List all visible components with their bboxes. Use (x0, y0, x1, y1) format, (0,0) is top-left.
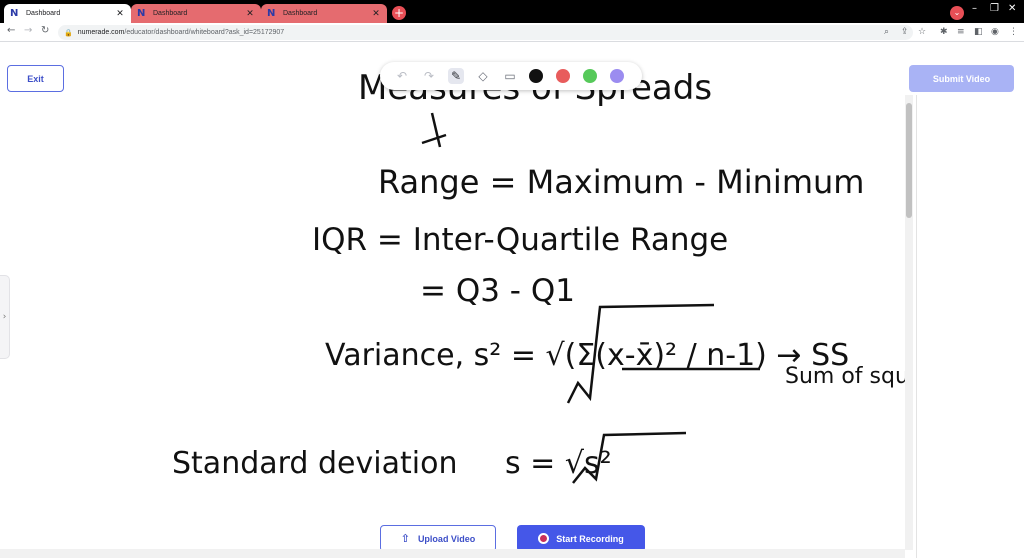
horizontal-scrollbar[interactable] (0, 549, 905, 558)
browser-tab-dashboard-3[interactable]: N Dashboard ✕ (261, 4, 387, 23)
image-icon[interactable]: ▭ (502, 68, 518, 84)
handwriting-line-4: = Q3 - Q1 (420, 273, 575, 309)
numerade-favicon: N (137, 7, 146, 19)
whiteboard-page: Measures of Spreads Range = Maximum - Mi… (0, 43, 1024, 558)
browser-tab-dashboard-2[interactable]: N Dashboard ✕ (131, 4, 261, 23)
close-icon[interactable]: ✕ (371, 9, 381, 19)
close-icon[interactable]: ✕ (115, 9, 125, 19)
scrollbar-thumb[interactable] (906, 103, 912, 218)
numerade-favicon: N (267, 7, 276, 19)
reload-icon[interactable]: ↻ (41, 25, 49, 36)
browser-tab-strip: N Dashboard ✕ N Dashboard ✕ N Dashboard … (0, 0, 1024, 23)
profile-avatar-icon[interactable]: ◉ (991, 27, 999, 37)
reading-list-icon[interactable]: ≡ (957, 27, 965, 37)
minimize-icon[interactable]: – (972, 3, 977, 14)
extensions-icon[interactable]: ✱ (940, 27, 948, 37)
handwriting-layer: Measures of Spreads Range = Maximum - Mi… (172, 68, 905, 484)
tab-search-icon[interactable]: ⌄ (950, 6, 964, 20)
right-panel (916, 95, 1024, 558)
color-swatch-black[interactable] (529, 69, 543, 83)
share-icon[interactable]: ⇪ (901, 27, 909, 37)
zoom-icon[interactable]: ⌕ (884, 27, 889, 37)
handwriting-line-6: Sum of squa (785, 364, 905, 389)
address-bar[interactable]: 🔒 numerade.com/educator/dashboard/whiteb… (58, 25, 913, 40)
side-panel-toggle[interactable]: › (0, 275, 10, 359)
new-tab-button[interactable]: + (392, 6, 406, 20)
submit-video-button[interactable]: Submit Video (909, 65, 1014, 92)
start-recording-label: Start Recording (556, 533, 624, 544)
upload-video-label: Upload Video (417, 533, 476, 544)
tab-title: Dashboard (153, 10, 188, 17)
url-text: numerade.com/educator/dashboard/whiteboa… (77, 29, 285, 36)
color-swatch-purple[interactable] (610, 69, 624, 83)
color-swatch-red[interactable] (556, 69, 570, 83)
numerade-favicon: N (10, 7, 19, 19)
upload-icon: ⇧ (400, 532, 410, 545)
handwriting-line-7: Standard deviation (172, 446, 457, 481)
eraser-icon[interactable]: ◇ (475, 68, 491, 84)
kebab-menu-icon[interactable]: ⋮ (1009, 27, 1018, 37)
vertical-scrollbar[interactable] (905, 95, 913, 550)
tab-title: Dashboard (283, 10, 318, 17)
side-panel-icon[interactable]: ◧ (974, 27, 983, 37)
color-swatch-green[interactable] (583, 69, 597, 83)
browser-toolbar: ← → ↻ 🔒 numerade.com/educator/dashboard/… (0, 23, 1024, 42)
redo-icon[interactable]: ↷ (421, 68, 437, 84)
undo-icon[interactable]: ↶ (394, 68, 410, 84)
tab-title: Dashboard (26, 10, 61, 17)
close-icon[interactable]: ✕ (245, 9, 255, 19)
pen-icon[interactable]: ✎ (448, 68, 464, 84)
handwriting-line-8: s = √s² (505, 446, 612, 481)
whiteboard-toolbar: ↶ ↷ ✎ ◇ ▭ (380, 62, 642, 90)
record-icon (538, 533, 550, 544)
forward-icon[interactable]: → (24, 25, 32, 36)
upload-video-button[interactable]: ⇧ Upload Video (380, 525, 496, 552)
back-icon[interactable]: ← (7, 25, 15, 36)
handwriting-line-3: IQR = Inter-Quartile Range (312, 222, 728, 258)
bookmark-star-icon[interactable]: ☆ (918, 27, 926, 37)
handwriting-line-5: Variance, s² = √(Σ(x-x̄)² / n-1) → SS (325, 338, 849, 373)
browser-tab-dashboard-1[interactable]: N Dashboard ✕ (4, 4, 131, 23)
whiteboard-canvas[interactable]: Measures of Spreads Range = Maximum - Mi… (0, 43, 905, 549)
exit-button[interactable]: Exit (7, 65, 64, 92)
start-recording-button[interactable]: Start Recording (517, 525, 645, 552)
lock-icon: 🔒 (64, 28, 73, 37)
arrow-down-stroke (421, 112, 447, 148)
handwriting-line-2: Range = Maximum - Minimum (378, 163, 864, 201)
maximize-icon[interactable]: ❐ (990, 3, 999, 14)
window-close-icon[interactable]: ✕ (1008, 3, 1016, 14)
